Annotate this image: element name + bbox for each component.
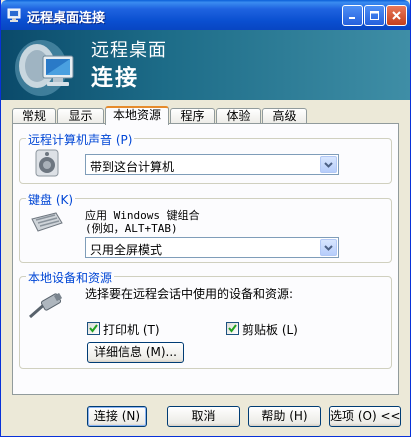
keyboard-icon	[31, 212, 63, 232]
tab-experience[interactable]: 体验	[216, 108, 261, 124]
printers-checkbox[interactable]	[87, 322, 100, 335]
minimize-icon	[349, 17, 355, 19]
keyboard-select[interactable]: 只用全屏模式	[85, 237, 339, 258]
keyboard-select-value: 只用全屏模式	[90, 243, 163, 257]
tab-local-resources[interactable]: 本地资源	[105, 106, 169, 125]
cancel-button[interactable]: 取消	[167, 406, 240, 427]
connect-button[interactable]: 连接 (N)	[87, 406, 147, 427]
devices-legend: 本地设备和资源	[26, 269, 115, 286]
tab-programs[interactable]: 程序	[170, 108, 215, 124]
keyboard-group: 键盘 (K) 应用 Windows 键组合 (例如，ALT+TAB) 只用全屏模…	[19, 191, 392, 263]
clipboard-label[interactable]: 剪贴板 (L)	[242, 321, 298, 338]
remote-desktop-logo-icon	[15, 40, 74, 96]
sound-group: 远程计算机声音 (P) 带到这台计算机	[19, 131, 392, 184]
checkmark-icon	[228, 324, 237, 333]
sound-select[interactable]: 带到这台计算机	[85, 154, 339, 175]
help-button[interactable]: 帮助 (H)	[248, 406, 321, 427]
sound-legend: 远程计算机声音 (P)	[26, 131, 135, 148]
header-banner: 远程桌面 连接	[1, 30, 410, 100]
clipboard-checkbox[interactable]	[226, 322, 239, 335]
checkmark-icon	[89, 324, 98, 333]
maximize-icon	[370, 11, 379, 20]
banner-title-line1: 远程桌面	[91, 40, 167, 61]
sound-select-value: 带到这台计算机	[90, 160, 175, 174]
minimize-button[interactable]	[342, 5, 363, 26]
local-resources-panel: 远程计算机声音 (P) 带到这台计算机 键盘 (K) 应用 Windows 键组…	[12, 123, 399, 395]
tab-display[interactable]: 显示	[57, 108, 104, 124]
chevron-down-icon	[324, 244, 333, 251]
keyboard-description-line2: (例如，ALT+TAB)	[85, 222, 178, 235]
options-button[interactable]: 选项 (O) <<	[329, 406, 401, 427]
maximize-button[interactable]	[364, 5, 385, 26]
device-plug-icon	[29, 293, 63, 319]
devices-description: 选择要在远程会话中使用的设备和资源:	[85, 287, 294, 301]
title-bar[interactable]: 远程桌面连接	[1, 0, 410, 30]
printers-label[interactable]: 打印机 (T)	[103, 321, 160, 338]
window-title: 远程桌面连接	[27, 11, 106, 26]
keyboard-dropdown-button[interactable]	[320, 239, 337, 256]
close-icon	[392, 11, 401, 20]
sound-dropdown-button[interactable]	[320, 156, 337, 173]
devices-group: 本地设备和资源 选择要在远程会话中使用的设备和资源: 打印机 (T) 剪贴板 (…	[19, 269, 392, 369]
details-button[interactable]: 详细信息 (M)...	[87, 342, 184, 363]
banner-title-line2: 连接	[91, 66, 140, 91]
remote-desktop-app-icon	[7, 8, 21, 22]
chevron-down-icon	[324, 161, 333, 168]
keyboard-legend: 键盘 (K)	[26, 191, 76, 208]
remote-desktop-window: 远程桌面连接 远程桌面 连接 常规 显示 本地资源 程序 体验 高级 远程计算机…	[0, 0, 411, 437]
speaker-icon	[35, 149, 59, 177]
close-button[interactable]	[386, 5, 407, 26]
tab-general[interactable]: 常规	[12, 108, 56, 124]
tab-advanced[interactable]: 高级	[262, 108, 307, 124]
